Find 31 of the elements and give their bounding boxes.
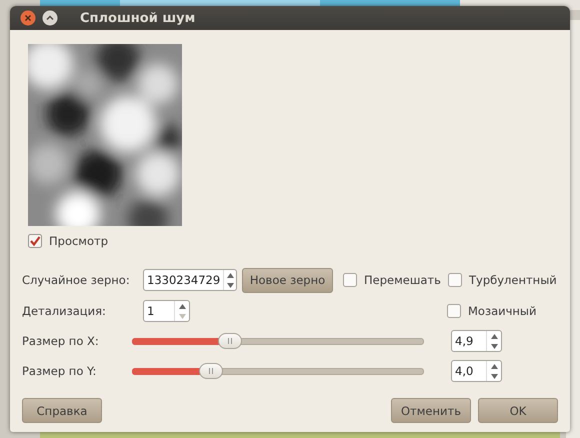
spin-field[interactable]: 4,0 [451, 360, 502, 382]
slider-handle[interactable] [199, 363, 223, 379]
spin-field[interactable]: 1330234729 [143, 269, 237, 291]
checkbox-label: Перемешать [364, 273, 441, 287]
field-label: Случайное зерно: [22, 273, 131, 287]
spin-field[interactable]: 4,9 [451, 330, 502, 352]
close-icon[interactable] [20, 10, 36, 26]
spin-field[interactable]: 1 [143, 300, 190, 322]
up-arrow-icon[interactable] [226, 272, 234, 278]
checkbox[interactable] [28, 234, 42, 248]
maximize-icon[interactable] [42, 10, 58, 26]
slider-track[interactable] [132, 363, 424, 379]
dialog-button[interactable]: Отменить [391, 398, 471, 423]
window-title: Сплошной шум [80, 10, 196, 26]
checkbox[interactable] [343, 273, 357, 287]
dialog-button[interactable]: OK [478, 398, 558, 423]
checkbox[interactable] [447, 304, 461, 318]
field-label: Размер по Y: [22, 364, 98, 378]
checkbox[interactable] [448, 273, 462, 287]
slider-track[interactable] [132, 333, 424, 349]
up-arrow-icon[interactable] [490, 334, 498, 338]
new-seed-button[interactable]: Новое зерно [242, 268, 333, 292]
field-label: Размер по X: [22, 334, 100, 348]
checkbox-label: Просмотр [49, 234, 108, 248]
checkbox-label: Мозаичный [468, 304, 536, 318]
checkbox-label: Турбулентный [469, 273, 557, 287]
up-arrow-icon[interactable] [178, 304, 186, 308]
help-button[interactable]: Справка [22, 398, 102, 423]
field-label: Детализация: [22, 304, 107, 318]
slider-handle[interactable] [218, 333, 242, 349]
up-arrow-icon[interactable] [490, 364, 498, 368]
